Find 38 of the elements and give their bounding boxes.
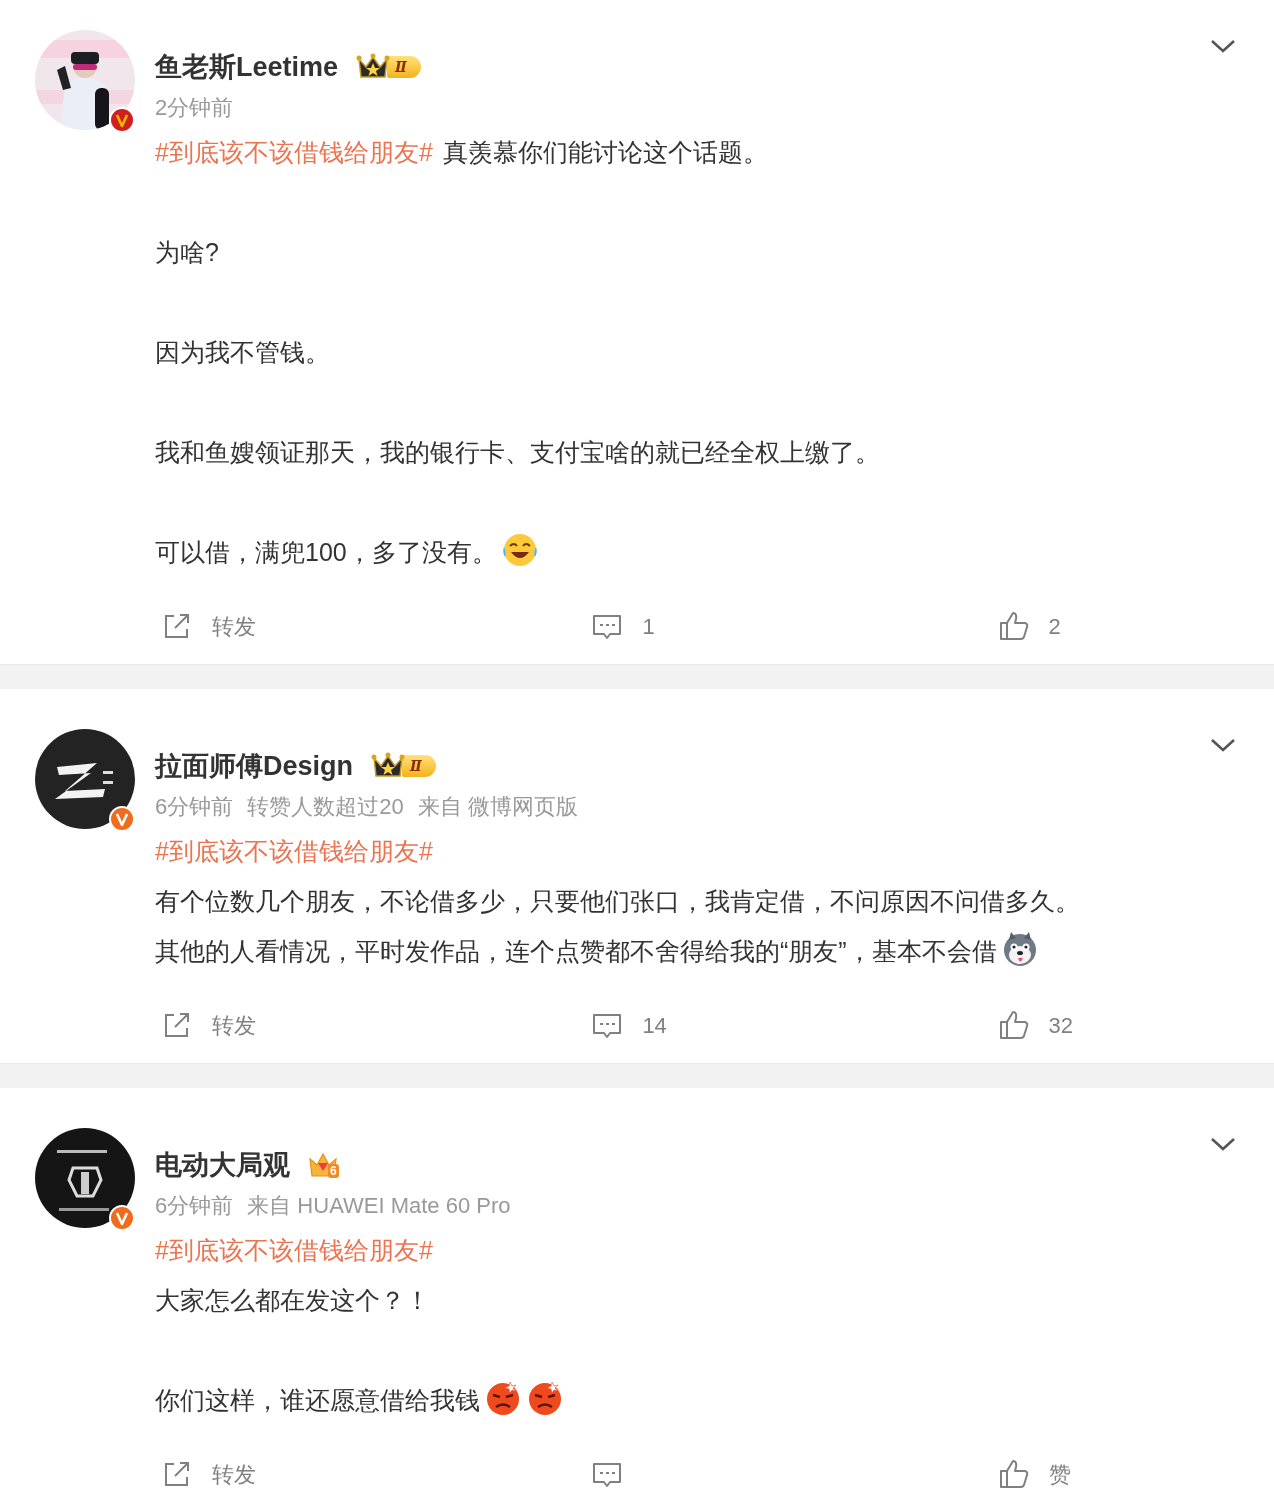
username[interactable]: 鱼老斯Leetime: [155, 45, 339, 89]
post-meta-text: 6分钟前: [155, 794, 234, 819]
forward-button[interactable]: 转发: [160, 1457, 256, 1490]
topic-link[interactable]: #到底该不该借钱给朋友#: [155, 138, 433, 166]
level-badge: Ⅱ: [371, 752, 436, 780]
post-meta-text: 来自 微博网页版: [417, 794, 578, 819]
post-text: 因为我不管钱。: [155, 338, 330, 366]
username[interactable]: 电动大局观: [155, 1143, 290, 1187]
post-text: 你们这样，谁还愿意借给我钱: [155, 1386, 480, 1414]
chevron-down-icon[interactable]: [1210, 736, 1236, 753]
topic-link[interactable]: #到底该不该借钱给朋友#: [155, 837, 433, 865]
like-button[interactable]: 赞: [996, 1457, 1071, 1490]
chevron-down-icon[interactable]: [1210, 1135, 1236, 1152]
comment-button[interactable]: 1: [590, 609, 655, 643]
post-text: 其他的人看情况，平时发作品，连个点赞都不舍得给我的“朋友”，基本不会借: [155, 937, 997, 965]
angry-emoji-icon: [484, 1379, 522, 1417]
laughing-emoji-icon: [500, 531, 539, 569]
username[interactable]: 拉面师傅Design: [155, 744, 354, 788]
chevron-down-icon[interactable]: [1210, 37, 1236, 54]
post-text: 可以借，满兜100，多了没有。: [155, 538, 497, 566]
angry-emoji-icon: [526, 1379, 564, 1417]
post-text: 为啥?: [155, 238, 219, 266]
post-text: 真羡慕你们能讨论这个话题。: [442, 138, 768, 166]
post-meta-text: 2分钟前: [155, 95, 234, 120]
level-badge: 6: [308, 1151, 339, 1179]
post-meta-text: 6分钟前: [155, 1193, 234, 1218]
like-button[interactable]: 32: [996, 1008, 1074, 1042]
level-badge: Ⅱ: [356, 53, 421, 81]
post-text: 大家怎么都在发这个？！: [155, 1286, 430, 1314]
forward-button[interactable]: 转发: [160, 1008, 256, 1042]
post-text: 我和鱼嫂领证那天，我的银行卡、支付宝啥的就已经全权上缴了。: [155, 438, 880, 466]
post-text: 有个位数几个朋友，不论借多少，只要他们张口，我肯定借，不问原因不问借多久。: [155, 887, 1080, 915]
topic-link[interactable]: #到底该不该借钱给朋友#: [155, 1236, 433, 1264]
comment-button[interactable]: 14: [590, 1008, 667, 1042]
forward-button[interactable]: 转发: [160, 609, 256, 643]
post-meta-text: 转赞人数超过20: [247, 794, 404, 819]
like-button[interactable]: 2: [996, 609, 1061, 643]
post-meta-text: 来自 HUAWEI Mate 60 Pro: [247, 1193, 511, 1218]
